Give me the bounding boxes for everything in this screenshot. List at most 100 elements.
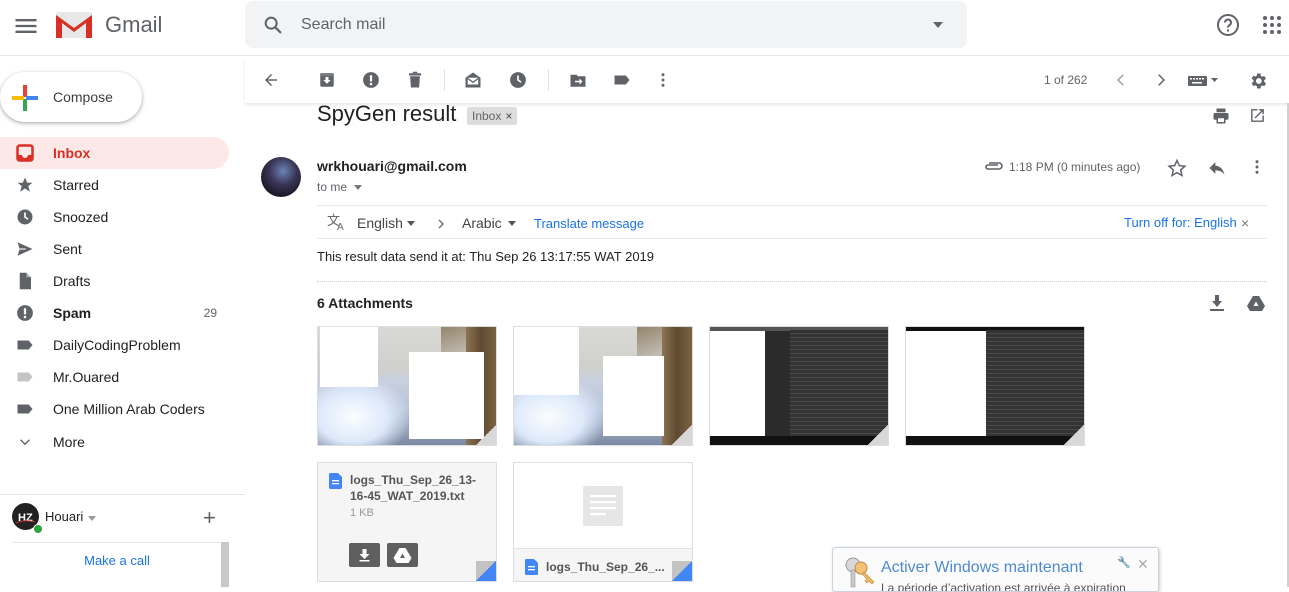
move-to-icon[interactable] <box>569 71 587 89</box>
input-tools-icon[interactable] <box>1187 71 1223 89</box>
search-input[interactable] <box>301 13 901 37</box>
download-button[interactable] <box>349 543 380 567</box>
source-language-caret-icon[interactable] <box>407 221 415 226</box>
message-time: 1:18 PM (0 minutes ago) <box>1009 160 1141 174</box>
snooze-icon[interactable] <box>509 71 527 89</box>
labels-icon[interactable] <box>613 71 631 89</box>
attachment-image-3[interactable] <box>709 326 889 446</box>
show-details-icon[interactable] <box>354 185 362 190</box>
compose-button[interactable]: Compose <box>0 72 142 122</box>
attachment-image-1[interactable] <box>317 326 497 446</box>
sender-email[interactable]: wrkhouari@gmail.com <box>317 158 467 174</box>
open-in-new-window-icon[interactable] <box>1249 107 1266 124</box>
close-icon[interactable]: ✕ <box>1137 556 1149 573</box>
search-options-icon[interactable] <box>932 21 944 29</box>
help-icon[interactable] <box>1216 13 1240 37</box>
sidebar-item-label: More <box>53 434 85 450</box>
main-menu-button[interactable] <box>12 12 40 40</box>
label-icon <box>17 340 33 350</box>
star-icon[interactable] <box>1167 158 1187 178</box>
sidebar-item-inbox[interactable]: Inbox <box>0 137 229 169</box>
download-all-icon[interactable] <box>1209 294 1225 312</box>
sidebar-item-mr-ouared[interactable]: Mr.Ouared <box>0 361 229 393</box>
sidebar-item-starred[interactable]: Starred <box>0 169 229 201</box>
toolbar-separator <box>548 69 549 91</box>
attachments-divider <box>317 281 1267 282</box>
hangouts-status-dropdown-icon[interactable] <box>88 516 96 521</box>
svg-text:A: A <box>337 222 344 231</box>
back-icon[interactable] <box>262 71 280 89</box>
reply-icon[interactable] <box>1207 158 1227 178</box>
settings-icon[interactable] <box>1248 71 1266 89</box>
next-icon[interactable] <box>1152 71 1170 89</box>
save-all-to-drive-icon[interactable] <box>1247 295 1265 311</box>
toolbar-separator <box>444 69 445 91</box>
sidebar-item-drafts[interactable]: Drafts <box>0 265 229 297</box>
compose-plus-icon <box>12 85 38 111</box>
spam-icon <box>17 305 33 321</box>
screenshot-content <box>790 330 888 437</box>
save-to-drive-button[interactable] <box>387 543 418 567</box>
sidebar-item-one-million-arab-coders[interactable]: One Million Arab Coders <box>0 393 229 425</box>
mark-unread-icon[interactable] <box>464 71 482 89</box>
label-icon <box>17 404 33 414</box>
make-a-call-link[interactable]: Make a call <box>12 553 222 568</box>
apps-icon[interactable] <box>1262 15 1282 35</box>
thumbnail-fold <box>672 425 692 445</box>
message-toolbar: 1 of 262 <box>245 57 1289 103</box>
document-icon <box>329 473 342 489</box>
close-translate-bar-icon[interactable]: × <box>1241 215 1249 231</box>
translate-message-link[interactable]: Translate message <box>534 216 644 231</box>
search-icon[interactable] <box>262 14 284 36</box>
source-language-select[interactable]: English <box>357 215 403 231</box>
attachment-image-4[interactable] <box>905 326 1085 446</box>
new-conversation-add-icon[interactable]: + <box>203 507 216 529</box>
sidebar-item-spam[interactable]: Spam 29 <box>0 297 229 329</box>
hangouts-user-name[interactable]: Houari <box>45 509 83 524</box>
turn-off-translation-link[interactable]: Turn off for: English <box>1124 215 1237 230</box>
pagination-count: 1 of 262 <box>1044 73 1088 87</box>
hangouts-scrollbar[interactable] <box>221 542 229 587</box>
sidebar-item-label: Mr.Ouared <box>53 369 120 385</box>
more-options-icon[interactable] <box>1248 158 1266 176</box>
sidebar-item-label: Drafts <box>53 273 91 289</box>
sidebar-item-label: DailyCodingProblem <box>53 337 181 353</box>
screenshot-content <box>906 436 1084 445</box>
gmail-logo[interactable] <box>55 11 93 39</box>
label-icon <box>17 372 33 382</box>
menu-icon <box>15 19 37 33</box>
prev-icon[interactable] <box>1112 71 1130 89</box>
sidebar-item-label: Snoozed <box>53 209 109 225</box>
toast-settings-icon[interactable]: 🔧 <box>1117 556 1131 569</box>
windows-activation-toast[interactable]: Activer Windows maintenant La période d’… <box>832 547 1159 592</box>
report-spam-icon[interactable] <box>362 71 380 89</box>
attachment-clip-icon <box>983 160 1003 172</box>
draft-icon <box>19 272 31 290</box>
clock-icon <box>17 209 33 225</box>
sender-avatar[interactable] <box>261 157 301 197</box>
sidebar-item-sent[interactable]: Sent <box>0 233 229 265</box>
attachment-file-1[interactable]: logs_Thu_Sep_26_13-16-45_WAT_2019.txt 1 … <box>317 462 497 582</box>
attachment-file-2[interactable]: logs_Thu_Sep_26_... <box>513 462 693 582</box>
thumbnail-fold <box>868 425 888 445</box>
inbox-label-chip: Inbox × <box>467 107 518 125</box>
sidebar-item-dailycodingproblem[interactable]: DailyCodingProblem <box>0 329 229 361</box>
sidebar-item-snoozed[interactable]: Snoozed <box>0 201 229 233</box>
star-icon <box>17 177 33 192</box>
message-body: This result data send it at: Thu Sep 26 … <box>317 249 655 264</box>
gmail-brand[interactable]: Gmail <box>105 12 162 38</box>
spam-count: 29 <box>203 306 217 320</box>
sidebar-item-more[interactable]: More <box>0 426 229 458</box>
attachment-image-2[interactable] <box>513 326 693 446</box>
target-language-select[interactable]: Arabic <box>462 215 502 231</box>
print-icon[interactable] <box>1212 107 1230 125</box>
sidebar-item-label: Starred <box>53 177 99 193</box>
hangouts-call-panel: Make a call <box>12 542 222 587</box>
file-footer: logs_Thu_Sep_26_... <box>514 548 692 581</box>
archive-icon[interactable] <box>318 71 336 89</box>
delete-icon[interactable] <box>406 71 424 89</box>
file-name: logs_Thu_Sep_26_13-16-45_WAT_2019.txt <box>350 473 477 503</box>
remove-label-icon[interactable]: × <box>505 107 512 125</box>
more-icon[interactable] <box>654 71 672 89</box>
target-language-caret-icon[interactable] <box>508 221 516 226</box>
